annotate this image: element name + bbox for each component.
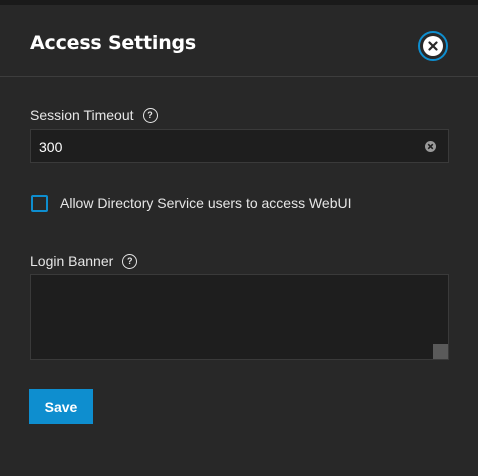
save-button[interactable]: Save xyxy=(29,389,93,424)
page-title: Access Settings xyxy=(30,32,197,54)
directory-service-checkbox[interactable] xyxy=(31,195,48,212)
session-timeout-value[interactable]: 300 xyxy=(39,139,62,155)
session-timeout-label-row: Session Timeout ? xyxy=(30,107,158,123)
help-icon[interactable]: ? xyxy=(142,107,158,123)
panel-header: Access Settings xyxy=(0,5,478,77)
session-timeout-label: Session Timeout xyxy=(30,107,134,123)
close-button[interactable] xyxy=(418,31,448,61)
help-icon[interactable]: ? xyxy=(122,253,138,269)
session-timeout-input[interactable]: 300 xyxy=(30,129,449,163)
login-banner-label-row: Login Banner ? xyxy=(30,253,138,269)
close-icon xyxy=(423,36,443,56)
help-glyph: ? xyxy=(127,255,133,266)
clear-input-icon[interactable] xyxy=(425,141,436,152)
login-banner-label: Login Banner xyxy=(30,253,114,269)
resize-handle-icon[interactable] xyxy=(433,344,448,359)
help-glyph: ? xyxy=(147,109,153,120)
directory-service-checkbox-label[interactable]: Allow Directory Service users to access … xyxy=(60,195,352,211)
login-banner-textarea[interactable] xyxy=(30,274,449,360)
